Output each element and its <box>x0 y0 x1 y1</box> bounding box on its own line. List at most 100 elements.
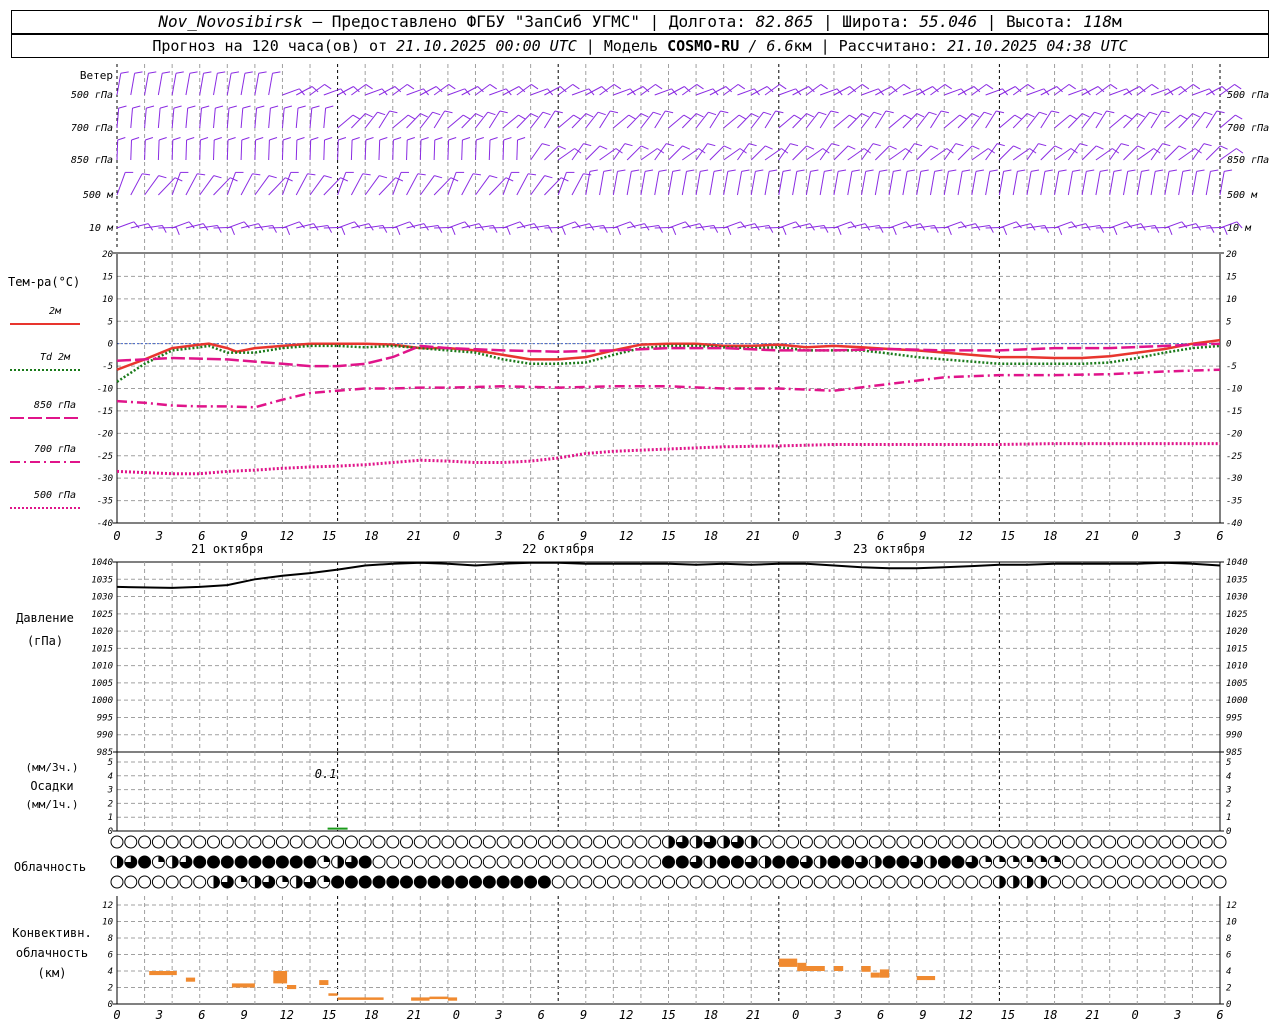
cloud-symbol-fill <box>662 856 675 868</box>
wind-barb-flag <box>1220 145 1228 150</box>
wind-barb-flag <box>1162 143 1171 147</box>
time-tick-bottom: 9 <box>580 1008 587 1022</box>
cloud-symbol <box>1089 875 1103 889</box>
cloud-symbol-fill <box>158 856 165 862</box>
wind-barb <box>419 139 422 161</box>
wind-barb-flag <box>310 137 319 141</box>
wind-barb-flag <box>476 137 484 141</box>
wind-barb-flag <box>838 169 847 172</box>
temp-ytick-right: -10 <box>1226 385 1242 395</box>
wind-barb-flag <box>806 145 815 150</box>
wind-barb <box>337 221 355 229</box>
wind-barb-flag <box>161 225 167 233</box>
wind-barb-flag <box>1161 110 1170 114</box>
wind-barb <box>199 139 201 161</box>
cloud-symbol <box>344 835 358 849</box>
cloud-symbol-fill <box>282 876 289 882</box>
conv-segment <box>447 997 458 1001</box>
wind-barb <box>530 175 546 196</box>
wind-barb <box>613 114 630 129</box>
temp-legend-label: 2м <box>49 306 62 317</box>
wind-barb <box>1054 171 1060 196</box>
cloud-symbol <box>951 875 965 889</box>
wind-barb-flag <box>1058 227 1063 235</box>
time-tick-mid: 15 <box>322 529 336 543</box>
wind-barb <box>1067 143 1081 161</box>
wind-barb-flag <box>362 173 371 176</box>
cloud-symbol-fill <box>828 856 840 868</box>
conv-segment <box>319 980 329 985</box>
wind-barb-flag <box>379 137 388 141</box>
wind-barb <box>116 139 119 161</box>
cloud-symbol <box>207 835 220 849</box>
cloud-symbol <box>1103 875 1117 889</box>
cloud-row-2 <box>110 875 1227 889</box>
cloud-symbol <box>813 875 827 889</box>
cloud-symbol <box>1075 855 1089 869</box>
wind-barb-flag <box>824 169 833 172</box>
wind-barb-flag <box>940 110 950 114</box>
wind-barb <box>157 73 163 96</box>
wind-barb-flag <box>547 225 553 233</box>
wind-barb-flag <box>831 143 840 147</box>
cloud-symbol-fill <box>304 856 316 868</box>
wind-barb-flag <box>1110 83 1118 90</box>
cloud-title: Облачность <box>14 860 86 874</box>
wind-barb-flag <box>907 169 915 172</box>
wind-barb-flag <box>975 169 984 172</box>
wind-barb-flag <box>1141 169 1150 172</box>
conv-ytick-right: 4 <box>1226 967 1231 977</box>
wind-barb-flag <box>542 111 551 116</box>
precip-ytick-left: 4 <box>108 772 113 782</box>
wind-barb <box>668 145 683 161</box>
wind-barb <box>750 86 768 96</box>
wind-barb <box>613 88 631 96</box>
wind-barb-flag <box>720 110 729 114</box>
wind-barb-flag <box>971 145 980 150</box>
wind-barb <box>1123 223 1142 229</box>
wind-barb-flag <box>506 227 511 235</box>
time-tick-bottom: 15 <box>322 1008 336 1022</box>
wind-barb-flag <box>148 71 157 74</box>
pressure-ytick-left: 1025 <box>91 610 113 620</box>
cloud-symbol <box>413 855 427 869</box>
wind-barb <box>737 223 756 229</box>
time-tick-bottom: 18 <box>704 1008 718 1022</box>
wind-barb <box>612 171 618 196</box>
cloud-symbol-fill <box>896 856 909 868</box>
wind-barb-flag <box>1236 148 1244 154</box>
wind-barb <box>1164 114 1181 129</box>
cloud-symbol <box>138 835 152 849</box>
wind-barb-flag <box>796 169 805 172</box>
cloud-symbol-fill <box>524 876 537 888</box>
wind-barb-flag <box>1234 83 1242 90</box>
cloud-symbol-fill <box>1040 856 1047 862</box>
wind-title: Ветер <box>80 69 113 82</box>
conv-segment <box>185 977 196 982</box>
cloud-symbol <box>496 835 510 849</box>
wind-barb <box>709 145 725 161</box>
time-tick-mid: 15 <box>661 529 675 543</box>
temp-ytick-left: -20 <box>97 429 113 439</box>
conv-ytick-left: 10 <box>102 918 113 928</box>
wind-barb-flag <box>696 83 704 90</box>
cloud-symbol <box>606 875 620 889</box>
wind-barb-flag <box>200 137 209 141</box>
wind-barb-flag <box>1154 225 1160 233</box>
wind-barb-flag <box>118 105 127 109</box>
wind-barb-flag <box>407 83 415 90</box>
cloud-symbol <box>331 835 345 849</box>
cloud-symbol <box>620 855 634 869</box>
cloud-symbol-fill <box>772 856 785 868</box>
wind-barb <box>1164 171 1170 196</box>
wind-barb <box>502 221 521 229</box>
conv-title: Конвективн. <box>12 926 91 940</box>
wind-barb <box>240 223 259 229</box>
wind-barb-flag <box>503 137 512 141</box>
cloud-symbol <box>841 835 855 849</box>
wind-barb <box>254 73 260 96</box>
wind-barb <box>351 83 367 96</box>
pressure-ytick-right: 1010 <box>1226 662 1248 672</box>
wind-barb <box>420 86 437 96</box>
wind-barb-flag <box>324 137 333 141</box>
